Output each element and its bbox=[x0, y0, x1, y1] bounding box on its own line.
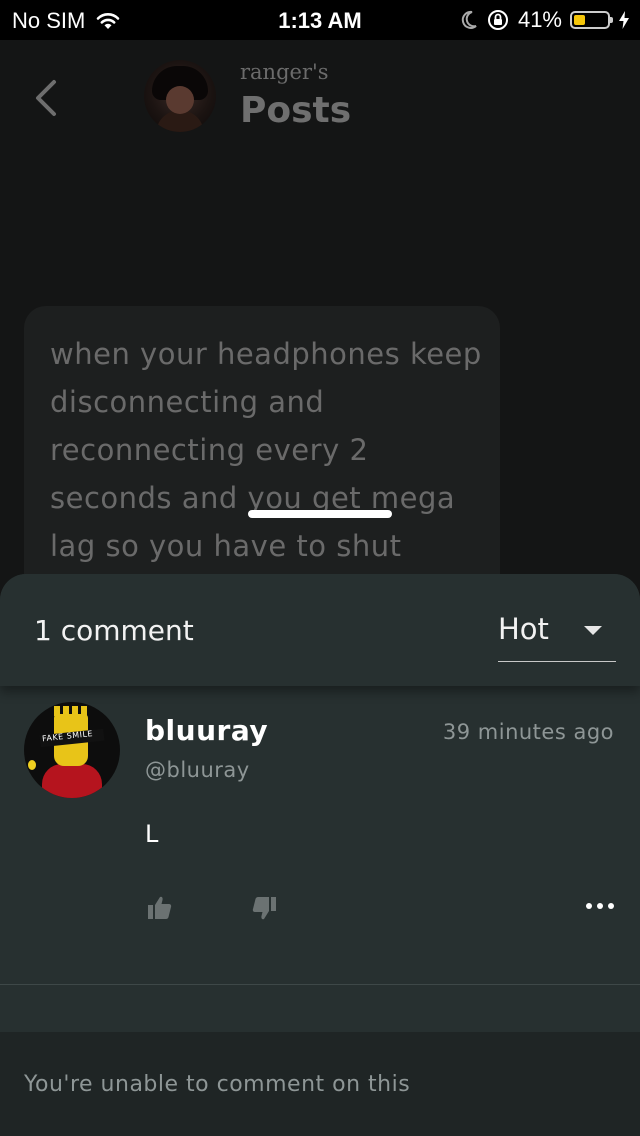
sort-selected: Hot bbox=[498, 612, 549, 646]
page-title: Posts bbox=[240, 90, 352, 131]
comment-body: L bbox=[145, 820, 159, 848]
battery-icon bbox=[570, 11, 613, 29]
charging-bolt-icon bbox=[619, 11, 629, 29]
chevron-left-icon bbox=[36, 80, 56, 116]
comment-count: 1 comment bbox=[34, 614, 194, 647]
avatar[interactable]: FAKE SMILE bbox=[24, 702, 120, 798]
divider bbox=[0, 984, 640, 985]
sheet-drag-handle[interactable] bbox=[248, 510, 392, 518]
post-card[interactable]: when your headphones keep disconnecting … bbox=[24, 306, 500, 606]
screen: No SIM 1:13 AM 41% ranger's Posts when y… bbox=[0, 0, 640, 1136]
page-subtitle: ranger's bbox=[240, 60, 329, 84]
thumbs-up-icon bbox=[148, 896, 172, 919]
like-button[interactable] bbox=[144, 892, 176, 924]
comment-author-handle: @bluuray bbox=[145, 758, 250, 782]
post-text: when your headphones keep disconnecting … bbox=[50, 337, 482, 563]
comment-timestamp: 39 minutes ago bbox=[442, 720, 614, 744]
more-options-button[interactable] bbox=[582, 890, 618, 922]
comment-disabled-footer: You're unable to comment on this bbox=[0, 1032, 640, 1136]
status-bar: No SIM 1:13 AM 41% bbox=[0, 0, 640, 40]
comment-author-name[interactable]: bluuray bbox=[145, 714, 268, 747]
battery-fill bbox=[574, 15, 585, 25]
rotation-lock-icon bbox=[487, 10, 508, 30]
comments-sheet: 1 comment Hot FAKE SMILE bluuray @bluura… bbox=[0, 574, 640, 1136]
thumbs-down-icon bbox=[252, 897, 276, 920]
comment-disabled-message: You're unable to comment on this bbox=[24, 1072, 411, 1097]
more-horizontal-icon bbox=[586, 903, 614, 909]
back-button[interactable] bbox=[28, 74, 68, 122]
profile-avatar[interactable] bbox=[144, 60, 216, 132]
comment-item: FAKE SMILE bluuray @bluuray 39 minutes a… bbox=[0, 686, 640, 984]
sort-dropdown[interactable]: Hot bbox=[498, 608, 616, 662]
comments-header: 1 comment Hot bbox=[0, 574, 640, 686]
moon-icon bbox=[461, 10, 477, 29]
status-right: 41% bbox=[460, 7, 630, 33]
dislike-button[interactable] bbox=[248, 892, 280, 924]
caret-down-icon bbox=[584, 626, 602, 635]
battery-percent: 41% bbox=[517, 7, 562, 32]
